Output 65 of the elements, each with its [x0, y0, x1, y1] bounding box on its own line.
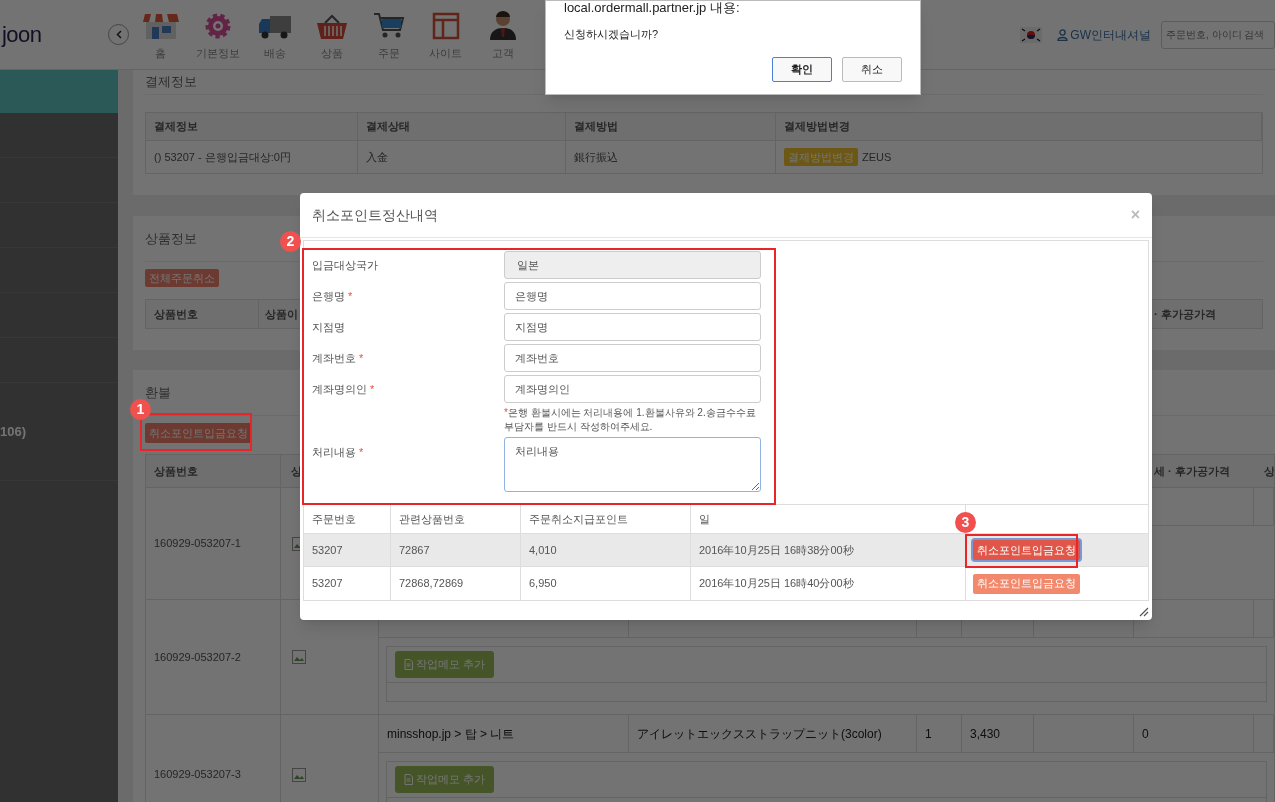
table-cell-text: 0	[1142, 725, 1149, 743]
table-cell-text: アイレットエックスストラップニット(3color)	[637, 725, 882, 743]
column-header: 상품번호	[154, 463, 198, 479]
point-request-button[interactable]: 취소포인트입금요청	[973, 540, 1080, 560]
input-field[interactable]: 계좌명의인	[504, 375, 761, 403]
cancel-all-button[interactable]: 전체주문취소	[145, 269, 219, 287]
alert-message: 신청하시겠습니까?	[564, 27, 660, 42]
table-cell-text: 160929-053207-3	[154, 767, 241, 783]
input-field[interactable]: 은행명	[504, 282, 761, 310]
table-cell-text: 2016年10月25日 16時40分00秒	[699, 576, 854, 592]
dialog-button[interactable]: 취소	[842, 56, 902, 82]
point-request-button[interactable]: 취소포인트입금요청	[973, 573, 1080, 594]
table-cell-text: 53207	[312, 576, 343, 592]
table-cell-text: 160929-053207-2	[154, 649, 241, 665]
field-label: 지점명	[312, 319, 345, 335]
help-text: *은행 환불시에는 처리내용에 1.환불사유와 2.송금수수료 부담자를 반드시 작성하여주세요.	[504, 406, 757, 434]
table-cell-text: 53207	[312, 542, 343, 558]
input-field[interactable]: 계좌번호	[504, 344, 761, 372]
table-cell-text: 銀行振込	[574, 149, 618, 165]
table-cell-text: 6,950	[529, 576, 557, 592]
table-cell-text: 4,010	[529, 542, 557, 558]
column-header: · 후가공가격	[1154, 306, 1216, 322]
column-header: 주문번호	[312, 511, 356, 527]
column-header: 결제방법	[574, 119, 618, 135]
field-label: 계좌명의인 *	[312, 381, 375, 397]
section-title: 환불	[145, 383, 171, 402]
field-label: 입금대상국가	[312, 257, 378, 273]
column-header: 결제정보	[154, 119, 198, 135]
table-cell-text: 160929-053207-1	[154, 536, 241, 552]
text-area[interactable]: 처리내용	[504, 437, 761, 492]
table-cell-text: 3,430	[970, 725, 1001, 743]
table-cell-text: 2016年10月25日 16時38分00秒	[699, 542, 854, 558]
close-button[interactable]: ×	[1130, 207, 1140, 223]
column-header: 주문취소지급포인트	[529, 511, 628, 527]
add-memo-button[interactable]: 작업메모 추가	[395, 766, 495, 793]
column-header: 상품번호	[154, 306, 198, 322]
table-cell-text: 72868,72869	[399, 576, 464, 592]
column-header: 결제방법변경	[784, 119, 850, 135]
alert-title: local.ordermall.partner.jp 내용:	[564, 1, 741, 15]
column-header: 상품이	[265, 306, 298, 322]
field-label: 처리내용 *	[312, 446, 364, 458]
column-header: 세 · 후가공가격	[1154, 463, 1231, 479]
table-cell-text: 1	[925, 725, 932, 743]
table-cell-text: () 53207 - 은행입금대상:0円	[154, 149, 291, 165]
section-title: 결제정보	[145, 73, 197, 92]
country-field[interactable]: 일본	[504, 251, 761, 279]
modal-title: 취소포인트정산내역	[312, 205, 438, 225]
field-label: 은행명 *	[312, 288, 353, 304]
column-header: 관련상품번호	[399, 511, 465, 527]
column-header: 일	[699, 511, 710, 527]
column-header: 결제상태	[366, 119, 410, 135]
dialog-button[interactable]: 확인	[772, 56, 832, 82]
table-cell-text: minsshop.jp > 탑 > 니트	[387, 725, 515, 743]
point-request-button[interactable]: 취소포인트입금요청	[145, 423, 252, 443]
logo[interactable]: joon	[2, 18, 102, 51]
change-payment-button[interactable]: 결제방법변경	[784, 148, 858, 166]
field-label: 계좌번호 *	[312, 350, 364, 366]
section-title: 상품정보	[145, 229, 197, 248]
table-cell-text: 入金	[366, 149, 388, 165]
table-cell-text: 72867	[399, 542, 430, 558]
input-field[interactable]: 지점명	[504, 313, 761, 341]
sidebar-text: 106)	[0, 422, 27, 441]
add-memo-button[interactable]: 작업메모 추가	[395, 651, 495, 678]
user-link[interactable]: GW인터내셔널	[1057, 25, 1151, 44]
table-cell-text: ZEUS	[862, 149, 892, 165]
